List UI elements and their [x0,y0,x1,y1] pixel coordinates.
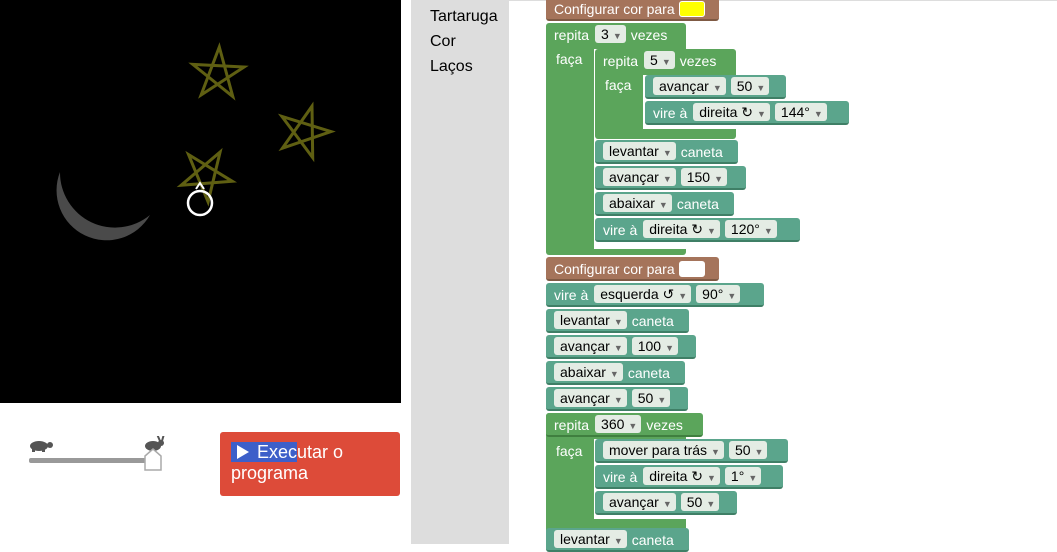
turn-dir-dropdown[interactable]: direita ↻ ▼ [643,220,720,238]
turtle-canvas [0,0,401,403]
turn-dir-dropdown[interactable]: esquerda ↺ ▼ [594,285,692,303]
set-color-block-1[interactable]: Configurar cor para [546,0,719,21]
distance-dropdown[interactable]: 50 ▼ [680,493,720,511]
turn-block[interactable]: vire à esquerda ↺ ▼ 90° ▼ [546,283,764,307]
repita-label: repita [554,417,590,433]
pen-up-block[interactable]: levantar ▼ caneta [546,528,689,552]
repeat-5-header[interactable]: repita 5 ▼ vezes [595,49,736,73]
distance-dropdown[interactable]: 100 ▼ [631,337,679,355]
color-swatch-white[interactable] [678,261,705,277]
speed-slider[interactable] [27,433,167,472]
angle-dropdown[interactable]: 144° ▼ [774,103,827,121]
angle-dropdown[interactable]: 1° ▼ [724,467,762,485]
turn-block[interactable]: vire à direita ↻ ▼ 144° ▼ [645,101,849,125]
advance-block[interactable]: avançar ▼ 50 ▼ [546,387,688,411]
direction-dropdown[interactable]: avançar ▼ [554,337,627,355]
turn-block[interactable]: vire à direita ↻ ▼ 1° ▼ [595,465,783,489]
repeat-count-dropdown[interactable]: 3 ▼ [595,25,626,43]
angle-dropdown[interactable]: 120° ▼ [724,220,777,238]
pen-dropdown[interactable]: levantar ▼ [554,311,627,329]
direction-dropdown[interactable]: avançar ▼ [554,389,627,407]
category-tartaruga[interactable]: Tartaruga [430,8,498,26]
advance-block[interactable]: avançar ▼ 150 ▼ [595,166,746,190]
slow-turtle-icon [30,441,53,452]
fast-rabbit-icon [145,433,165,451]
star-1 [188,42,249,101]
pen-up-block[interactable]: levantar ▼ caneta [595,140,738,164]
pen-dropdown[interactable]: levantar ▼ [554,530,627,548]
star-2 [277,101,336,163]
toolbox: Tartaruga Cor Laços [411,0,509,544]
repita-label: repita [554,27,590,43]
pen-dropdown[interactable]: abaixar ▼ [554,363,623,381]
repita-label: repita [603,53,639,69]
move-back-block[interactable]: mover para trás ▼ 50 ▼ [595,439,788,463]
drawing [56,42,336,241]
slider-handle[interactable] [144,448,162,471]
set-color-label: Configurar cor para [554,1,675,17]
pen-dropdown[interactable]: abaixar ▼ [603,194,672,212]
vezes-label: vezes [679,53,717,69]
angle-dropdown[interactable]: 90° ▼ [696,285,741,303]
slider-track[interactable] [29,458,155,463]
distance-dropdown[interactable]: 50 ▼ [728,441,768,459]
distance-dropdown[interactable]: 50 ▼ [730,77,770,95]
repeat-360-header[interactable]: repita 360 ▼ vezes [546,413,703,437]
distance-dropdown[interactable]: 150 ▼ [680,168,728,186]
direction-dropdown[interactable]: avançar ▼ [653,77,726,95]
pen-down-block[interactable]: abaixar ▼ caneta [546,361,685,385]
pen-down-block[interactable]: abaixar ▼ caneta [595,192,734,216]
moon-shape [56,172,150,241]
faca-label: faça [556,443,583,459]
play-icon [237,445,249,459]
repeat-count-dropdown[interactable]: 5 ▼ [644,51,675,69]
faca-label: faça [605,77,632,93]
direction-dropdown[interactable]: avançar ▼ [603,168,676,186]
advance-block[interactable]: avançar ▼ 50 ▼ [595,491,737,515]
vezes-label: vezes [630,27,668,43]
run-label-selected: Exec [257,442,298,462]
block-workspace[interactable]: Configurar cor para repita 3 ▼ vezes faça r… [509,0,1057,552]
advance-block[interactable]: avançar ▼ 100 ▼ [546,335,696,359]
pen-dropdown[interactable]: levantar ▼ [603,142,676,160]
turn-block[interactable]: vire à direita ↻ ▼ 120° ▼ [595,218,800,242]
pen-up-block[interactable]: levantar ▼ caneta [546,309,689,333]
set-color-block-2[interactable]: Configurar cor para [546,257,719,281]
direction-dropdown[interactable]: mover para trás ▼ [603,441,724,459]
distance-dropdown[interactable]: 50 ▼ [631,389,671,407]
direction-dropdown[interactable]: avançar ▼ [603,493,676,511]
set-color-label: Configurar cor para [554,261,675,277]
category-cor[interactable]: Cor [430,33,456,51]
color-swatch-yellow[interactable] [678,1,705,17]
turn-dir-dropdown[interactable]: direita ↻ ▼ [643,467,720,485]
vezes-label: vezes [646,417,683,433]
repeat-count-dropdown[interactable]: 360 ▼ [595,415,642,433]
run-program-button[interactable]: Executar o programa [220,432,400,496]
repeat-3-header[interactable]: repita 3 ▼ vezes [546,23,687,47]
faca-label: faça [556,51,583,67]
turn-dir-dropdown[interactable]: direita ↻ ▼ [693,103,770,121]
advance-block[interactable]: avançar ▼ 50 ▼ [645,75,786,99]
category-lacos[interactable]: Laços [430,58,473,76]
